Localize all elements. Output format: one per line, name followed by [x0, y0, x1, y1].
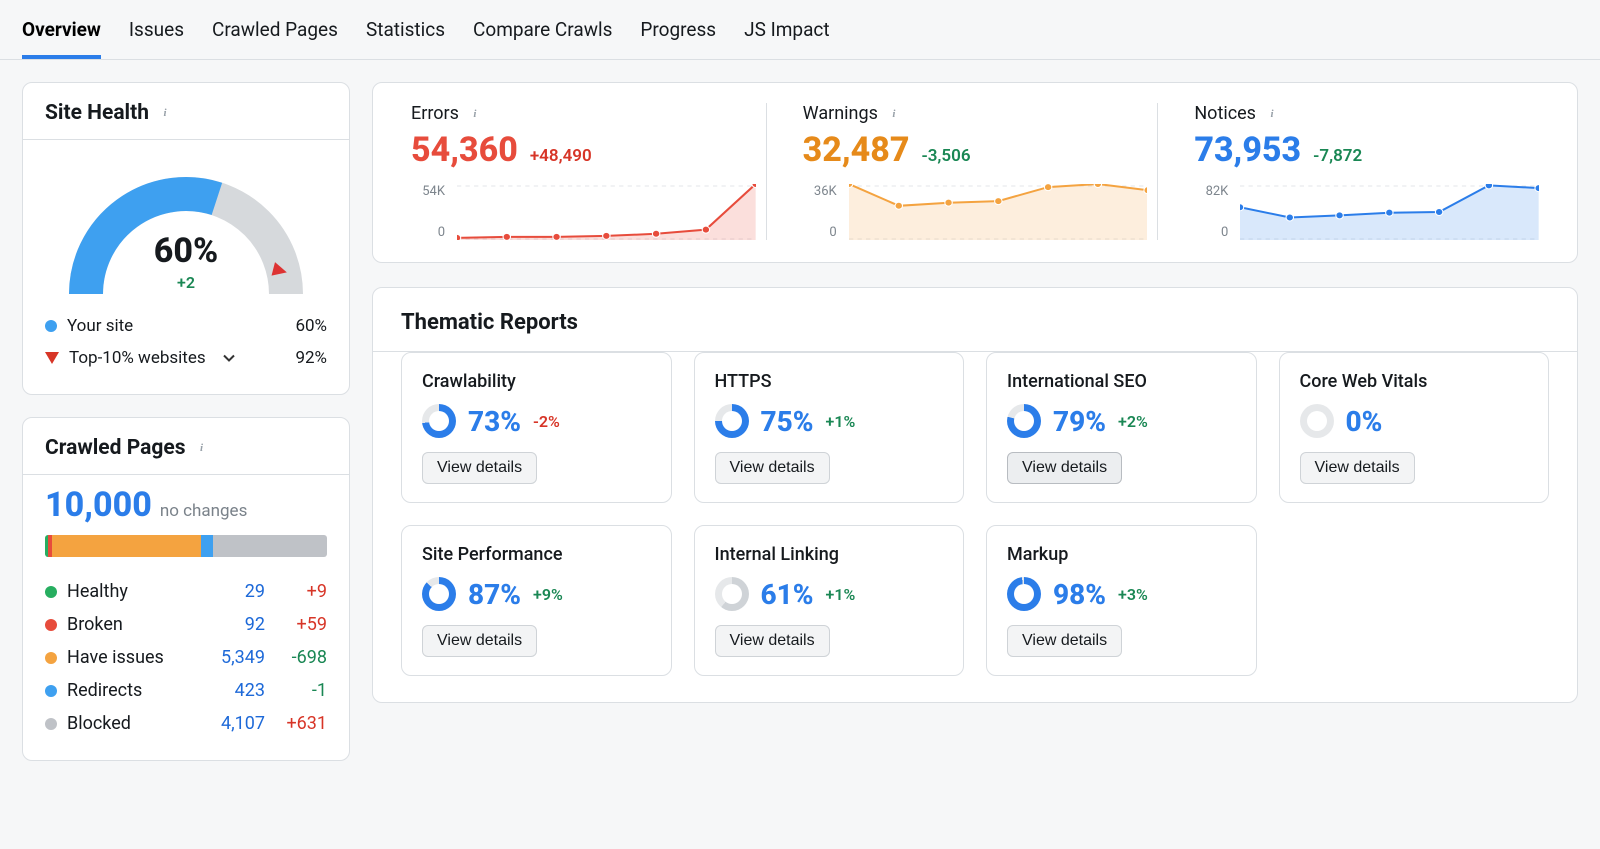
- report-internal-linking: Internal Linking 61% +1% View details: [694, 525, 965, 676]
- report-delta: +1%: [826, 585, 856, 604]
- tab-issues[interactable]: Issues: [129, 0, 184, 59]
- report-percent: 98%: [1053, 578, 1106, 611]
- report-title: Markup: [1007, 544, 1236, 565]
- gauge-percent: 60%: [56, 231, 316, 271]
- donut-icon: [422, 577, 456, 611]
- dot-icon: [45, 586, 57, 598]
- report-percent: 61%: [761, 578, 814, 611]
- metric-value: 54,360: [411, 130, 518, 170]
- site-health-gauge: 60% +2: [56, 154, 316, 304]
- report-core-web-vitals: Core Web Vitals 0% View details: [1279, 352, 1550, 503]
- report-title: Internal Linking: [715, 544, 944, 565]
- tab-compare-crawls[interactable]: Compare Crawls: [473, 0, 612, 59]
- site-health-card: Site Health i 60% +2: [22, 82, 350, 395]
- report-title: Site Performance: [422, 544, 651, 565]
- metric-value: 73,953: [1194, 130, 1301, 170]
- tab-progress[interactable]: Progress: [640, 0, 716, 59]
- dot-icon: [45, 718, 57, 730]
- crawled-row-broken[interactable]: Broken 92 +59: [45, 608, 327, 641]
- report-delta: +2%: [1118, 412, 1148, 431]
- donut-icon: [715, 404, 749, 438]
- crawled-pages-card: Crawled Pages i 10,000 no changes Health…: [22, 417, 350, 761]
- metric-value: 32,487: [803, 130, 910, 170]
- dot-icon: [45, 619, 57, 631]
- triangle-down-icon: [45, 352, 59, 364]
- info-icon[interactable]: i: [1264, 106, 1280, 122]
- legend-your-site: Your site 60%: [45, 310, 327, 342]
- bar-seg-redirects[interactable]: [201, 535, 213, 557]
- donut-icon: [1300, 404, 1334, 438]
- view-details-button[interactable]: View details: [715, 452, 830, 484]
- report-delta: +1%: [826, 412, 856, 431]
- donut-icon: [715, 577, 749, 611]
- bar-seg-blocked[interactable]: [213, 535, 327, 557]
- info-icon[interactable]: i: [467, 106, 483, 122]
- metric-delta: -7,872: [1313, 146, 1362, 166]
- crawled-title: Crawled Pages: [45, 436, 185, 460]
- view-details-button[interactable]: View details: [1007, 625, 1122, 657]
- bar-seg-have-issues[interactable]: [52, 535, 201, 557]
- donut-icon: [422, 404, 456, 438]
- report-international-seo: International SEO 79% +2% View details: [986, 352, 1257, 503]
- thematic-reports-card: Thematic Reports Crawlability 73% -2% Vi…: [372, 287, 1578, 703]
- dot-icon: [45, 685, 57, 697]
- view-details-button[interactable]: View details: [1300, 452, 1415, 484]
- dot-icon: [45, 652, 57, 664]
- report-percent: 0%: [1346, 405, 1383, 438]
- site-health-title: Site Health: [45, 101, 149, 125]
- crawled-change: no changes: [160, 501, 248, 521]
- report-title: International SEO: [1007, 371, 1236, 392]
- view-details-button[interactable]: View details: [422, 452, 537, 484]
- info-icon[interactable]: i: [886, 106, 902, 122]
- metric-notices: Noticesi 73,953 -7,872 82K0: [1157, 103, 1549, 240]
- sparkline: [1240, 184, 1539, 240]
- legend-top10[interactable]: Top-10% websites 92%: [45, 342, 327, 374]
- tab-crawled-pages[interactable]: Crawled Pages: [212, 0, 338, 59]
- crawled-row-blocked[interactable]: Blocked 4,107 +631: [45, 707, 327, 740]
- report-title: Core Web Vitals: [1300, 371, 1529, 392]
- tab-statistics[interactable]: Statistics: [366, 0, 445, 59]
- donut-icon: [1007, 404, 1041, 438]
- report-delta: -2%: [533, 412, 560, 431]
- thematic-title: Thematic Reports: [373, 288, 1577, 351]
- report-delta: +3%: [1118, 585, 1148, 604]
- report-percent: 75%: [761, 405, 814, 438]
- donut-icon: [1007, 577, 1041, 611]
- crawled-total: 10,000: [45, 485, 152, 525]
- report-https: HTTPS 75% +1% View details: [694, 352, 965, 503]
- metric-errors: Errorsi 54,360 +48,490 54K0: [401, 103, 766, 240]
- metric-delta: +48,490: [530, 146, 592, 166]
- report-percent: 79%: [1053, 405, 1106, 438]
- chevron-down-icon: [222, 351, 236, 365]
- report-percent: 87%: [468, 578, 521, 611]
- view-details-button[interactable]: View details: [422, 625, 537, 657]
- report-markup: Markup 98% +3% View details: [986, 525, 1257, 676]
- view-details-button[interactable]: View details: [1007, 452, 1122, 484]
- metric-delta: -3,506: [921, 146, 970, 166]
- report-title: HTTPS: [715, 371, 944, 392]
- dot-icon: [45, 320, 57, 332]
- report-site-performance: Site Performance 87% +9% View details: [401, 525, 672, 676]
- sparkline: [849, 184, 1148, 240]
- crawled-row-redirects[interactable]: Redirects 423 -1: [45, 674, 327, 707]
- gauge-delta: +2: [56, 273, 316, 292]
- sparkline: [457, 184, 756, 240]
- crawled-row-healthy[interactable]: Healthy 29 +9: [45, 575, 327, 608]
- report-title: Crawlability: [422, 371, 651, 392]
- tabs: Overview Issues Crawled Pages Statistics Com…: [0, 0, 1600, 60]
- report-crawlability: Crawlability 73% -2% View details: [401, 352, 672, 503]
- report-percent: 73%: [468, 405, 521, 438]
- view-details-button[interactable]: View details: [715, 625, 830, 657]
- tab-js-impact[interactable]: JS Impact: [744, 0, 829, 59]
- metric-warnings: Warningsi 32,487 -3,506 36K0: [766, 103, 1158, 240]
- info-icon[interactable]: i: [193, 440, 209, 456]
- tab-overview[interactable]: Overview: [22, 0, 101, 59]
- report-delta: +9%: [533, 585, 563, 604]
- crawled-stacked-bar: [45, 535, 327, 557]
- info-icon[interactable]: i: [157, 105, 173, 121]
- crawled-row-have-issues[interactable]: Have issues 5,349 -698: [45, 641, 327, 674]
- metrics-card: Errorsi 54,360 +48,490 54K0 Warningsi 32…: [372, 82, 1578, 263]
